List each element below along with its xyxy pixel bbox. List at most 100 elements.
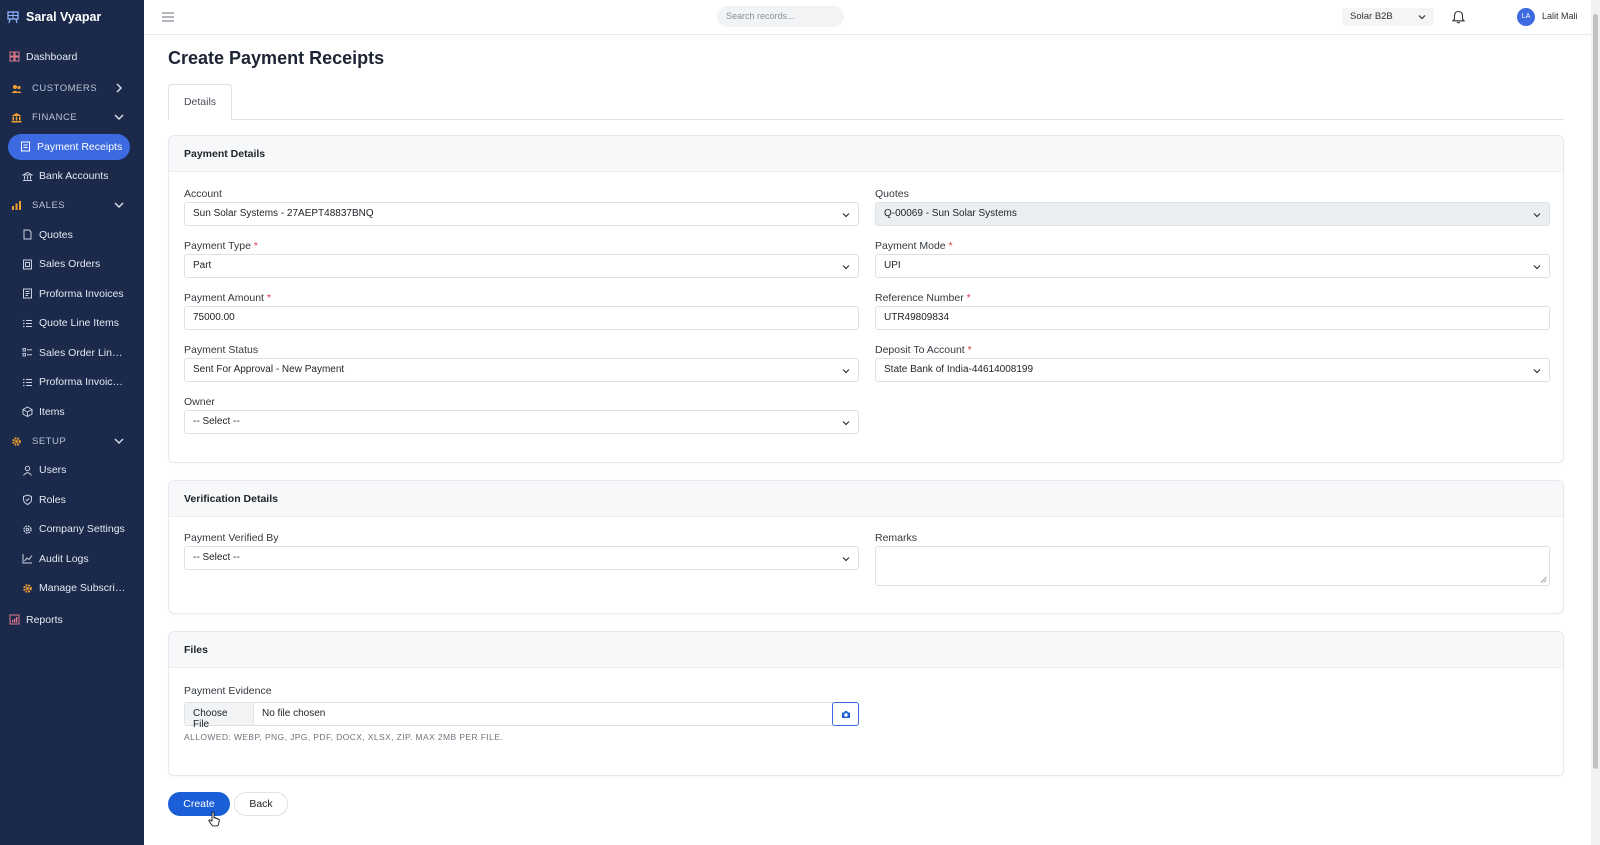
sidebar-item-bank-accounts[interactable]: Bank Accounts [0, 162, 144, 192]
invoice-icon [22, 288, 33, 299]
sidebar-item-items[interactable]: Items [0, 397, 144, 427]
chevron-down-icon [114, 437, 124, 444]
payment-verified-by-field: Payment Verified By -- Select -- [184, 532, 859, 570]
sidebar-item-manage-subscription[interactable]: Manage Subscription [0, 574, 144, 604]
sidebar-item-label: Sales Order Line Items [39, 346, 127, 359]
sidebar-section-customers[interactable]: CUSTOMERS [0, 74, 144, 103]
field-label: Payment Mode * [875, 240, 953, 252]
select-value: Sent For Approval - New Payment [193, 364, 345, 375]
reference-number-input[interactable]: UTR49809834 [875, 306, 1550, 330]
user-name[interactable]: Lalit Mali [1542, 11, 1578, 21]
card-heading: Verification Details [169, 481, 1563, 517]
sidebar-item-label: Audit Logs [39, 552, 89, 565]
sidebar-nav: Dashboard CUSTOMERS FINANCE Payment Rece… [0, 34, 144, 635]
card-heading: Payment Details [169, 136, 1563, 172]
app-name: Saral Vyapar [26, 10, 102, 24]
card-heading: Files [169, 632, 1563, 668]
section-label: FINANCE [32, 111, 78, 123]
page-scrollbar[interactable] [1591, 0, 1600, 845]
field-label: Remarks [875, 532, 918, 544]
remarks-textarea[interactable] [875, 546, 1550, 586]
tab-details[interactable]: Details [168, 84, 232, 120]
field-label: Account [184, 188, 222, 200]
sidebar-item-label: Payment Receipts [37, 140, 123, 153]
checklist-icon [22, 347, 33, 358]
payment-verified-by-select[interactable]: -- Select -- [184, 546, 859, 570]
shield-icon [22, 494, 33, 506]
sidebar-item-label: Manage Subscription [39, 582, 127, 595]
sidebar-item-label: Reports [26, 613, 63, 626]
sidebar-item-label: Company Settings [39, 523, 125, 536]
sidebar-item-dashboard[interactable]: Dashboard [0, 42, 144, 72]
chevron-down-icon [842, 369, 850, 374]
sidebar-item-sales-orders[interactable]: Sales Orders [0, 250, 144, 280]
sidebar-section-setup[interactable]: SETUP [0, 427, 144, 456]
scrollbar-thumb[interactable] [1593, 14, 1598, 769]
payment-status-select[interactable]: Sent For Approval - New Payment [184, 358, 859, 382]
payment-evidence-file-input[interactable]: Choose File No file chosen [184, 702, 859, 730]
quotes-field: Quotes Q-00069 - Sun Solar Systems [875, 188, 1550, 226]
camera-button[interactable] [832, 702, 859, 726]
search-input[interactable]: Search records... [717, 6, 844, 27]
select-value: Sun Solar Systems - 27AEPT48837BNQ [193, 208, 374, 219]
field-label: Payment Amount * [184, 292, 271, 304]
chevron-down-icon [1533, 265, 1541, 270]
sidebar-item-label: Proforma Invoice Line Items [39, 376, 127, 389]
create-button[interactable]: Create [168, 792, 230, 816]
hamburger-menu-icon[interactable] [162, 12, 174, 22]
owner-select[interactable]: -- Select -- [184, 410, 859, 434]
sidebar-item-label: Quote Line Items [39, 317, 119, 330]
chevron-down-icon [1533, 213, 1541, 218]
sidebar-item-proforma-invoices[interactable]: Proforma Invoices [0, 279, 144, 309]
resize-grip-icon[interactable] [1540, 576, 1547, 583]
sidebar-item-proforma-invoice-line-items[interactable]: Proforma Invoice Line Items [0, 368, 144, 398]
field-label: Payment Verified By [184, 532, 279, 544]
brand[interactable]: Saral Vyapar [0, 0, 144, 34]
field-label: Payment Type * [184, 240, 258, 252]
payment-amount-input[interactable]: 75000.00 [184, 306, 859, 330]
sidebar-item-label: Items [39, 405, 65, 418]
sidebar-item-audit-logs[interactable]: Audit Logs [0, 544, 144, 574]
workspace-select[interactable]: Solar B2B [1342, 8, 1434, 26]
account-select[interactable]: Sun Solar Systems - 27AEPT48837BNQ [184, 202, 859, 226]
mouse-pointer-icon [208, 811, 220, 827]
sidebar-item-users[interactable]: Users [0, 456, 144, 486]
tab-bar: Details [168, 84, 1564, 120]
line-chart-icon [22, 553, 33, 564]
sidebar-item-reports[interactable]: Reports [0, 605, 144, 635]
quotes-select[interactable]: Q-00069 - Sun Solar Systems [875, 202, 1550, 226]
files-card: Files Payment Evidence Choose File No fi… [168, 631, 1564, 776]
sidebar-item-company-settings[interactable]: Company Settings [0, 515, 144, 545]
deposit-to-account-select[interactable]: State Bank of India-44614008199 [875, 358, 1550, 382]
sidebar-item-quotes[interactable]: Quotes [0, 220, 144, 250]
field-label: Reference Number * [875, 292, 971, 304]
reference-number-field: Reference Number * UTR49809834 [875, 292, 1550, 330]
bell-icon[interactable] [1452, 10, 1465, 24]
account-field: Account Sun Solar Systems - 27AEPT48837B… [184, 188, 859, 226]
section-label: SETUP [32, 435, 67, 447]
payment-type-select[interactable]: Part [184, 254, 859, 278]
sidebar-section-finance[interactable]: FINANCE [0, 103, 144, 132]
avatar[interactable]: LA [1517, 8, 1535, 26]
sidebar-section-sales[interactable]: SALES [0, 191, 144, 220]
payment-mode-select[interactable]: UPI [875, 254, 1550, 278]
choose-file-button[interactable]: Choose File [185, 703, 254, 730]
payment-details-card: Payment Details Account Sun Solar System… [168, 135, 1564, 463]
sidebar: Saral Vyapar Dashboard CUSTOMERS FINANCE… [0, 0, 144, 845]
bank-icon [11, 112, 22, 123]
chevron-right-icon [116, 82, 123, 93]
verification-details-card: Verification Details Payment Verified By… [168, 480, 1564, 614]
chevron-down-icon [114, 113, 124, 120]
sidebar-item-sales-order-line-items[interactable]: Sales Order Line Items [0, 338, 144, 368]
sidebar-item-quote-line-items[interactable]: Quote Line Items [0, 309, 144, 339]
gear-icon [22, 524, 33, 535]
payment-evidence-label: Payment Evidence [184, 685, 272, 697]
sidebar-item-roles[interactable]: Roles [0, 485, 144, 515]
workspace-label: Solar B2B [1350, 11, 1393, 22]
select-value: -- Select -- [193, 552, 240, 563]
field-label: Payment Status [184, 344, 259, 356]
sidebar-item-payment-receipts[interactable]: Payment Receipts [8, 133, 130, 160]
sidebar-item-label: Dashboard [26, 50, 78, 63]
gear-icon [11, 436, 22, 447]
back-button[interactable]: Back [234, 792, 288, 816]
